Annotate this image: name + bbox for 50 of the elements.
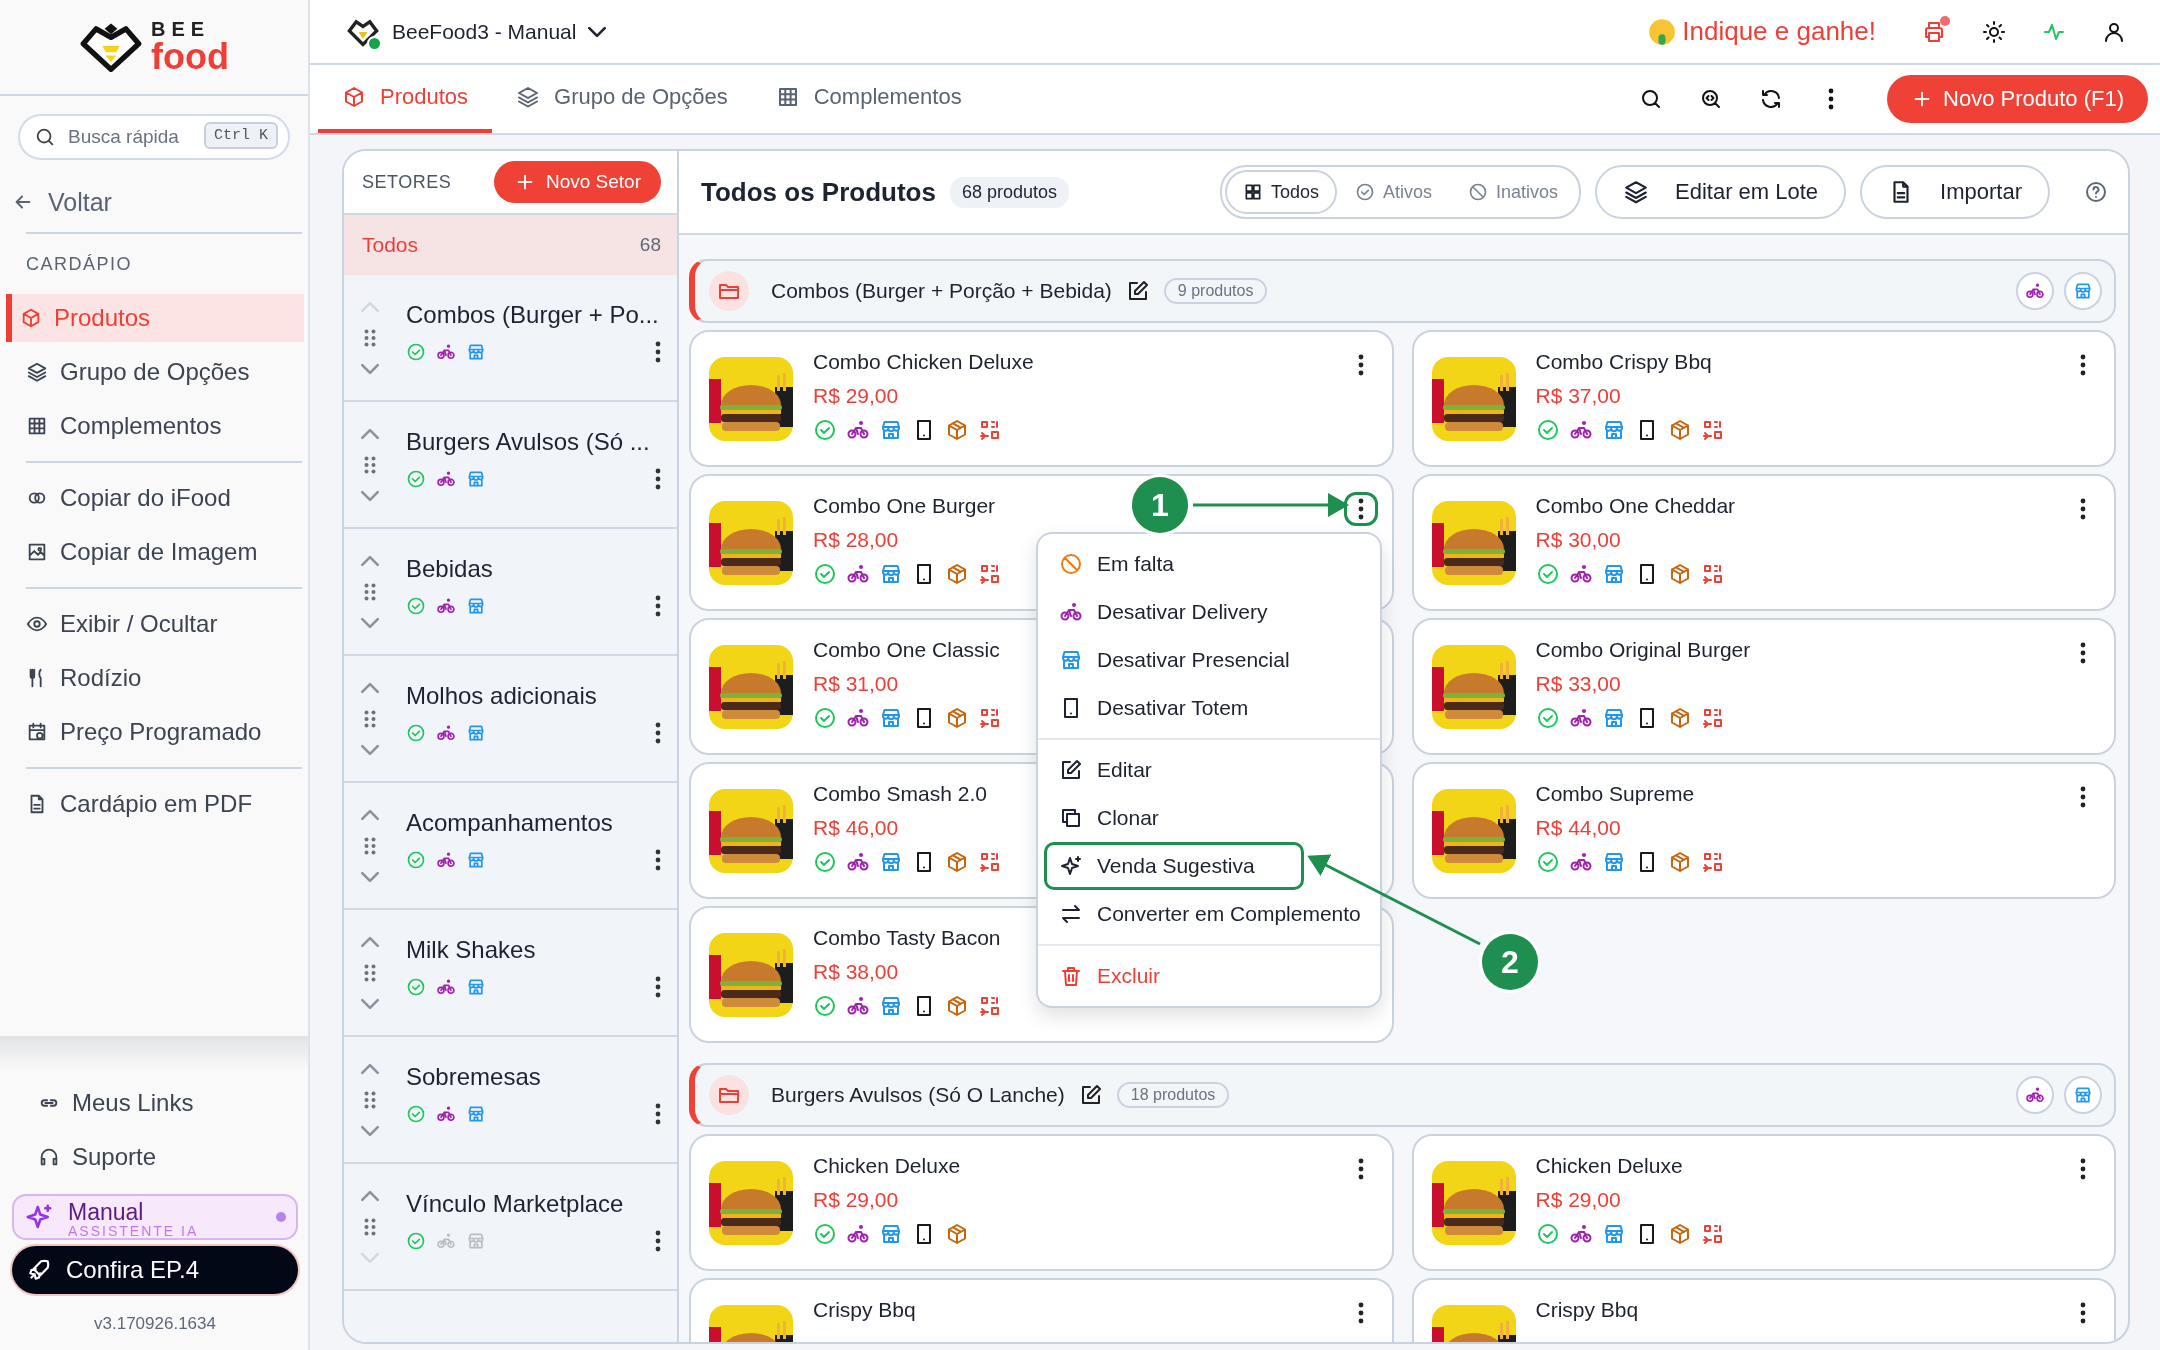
product-price: R$ 44,00 bbox=[1535, 816, 1621, 840]
product-name: Crispy Bbq bbox=[813, 1298, 916, 1322]
group-count: 9 produtos bbox=[1163, 278, 1268, 304]
product-name: Combo Smash 2.0 bbox=[813, 782, 987, 806]
product-price: R$ 37,00 bbox=[1535, 384, 1621, 408]
product-price: R$ 28,00 bbox=[813, 528, 899, 552]
assistant-subtitle: ASSISTENTE IA bbox=[68, 1223, 199, 1238]
logo-text: BEE bbox=[151, 19, 212, 39]
sector-name: Vínculo Marketplace bbox=[406, 1189, 625, 1218]
group-name: Combos (Burger + Porção + Bebida) bbox=[771, 279, 1112, 303]
panel-title: SETORES bbox=[362, 171, 452, 193]
sector-name: Acompanhamentos bbox=[406, 808, 614, 837]
shortcut-key: Ctrl K bbox=[204, 122, 278, 149]
product-name: Combo Tasty Bacon bbox=[813, 926, 1001, 950]
product-price: R$ 29,00 bbox=[813, 384, 899, 408]
sector-name: Burgers Avulsos (Só ... bbox=[406, 427, 651, 456]
product-price: R$ 29,00 bbox=[1535, 1188, 1621, 1212]
version-label: v3.170926.1634 bbox=[93, 1314, 217, 1334]
product-name: Chicken Deluxe bbox=[1535, 1154, 1683, 1178]
product-price: R$ 46,00 bbox=[813, 816, 899, 840]
product-name: Combo Crispy Bbq bbox=[1535, 350, 1712, 374]
sector-name: Sobremesas bbox=[406, 1062, 542, 1091]
product-name: Combo One Burger bbox=[813, 494, 996, 518]
logo-text: food bbox=[151, 39, 229, 75]
product-name: Combo Supreme bbox=[1535, 782, 1695, 806]
step-marker: 2 bbox=[1482, 934, 1538, 990]
product-price: R$ 33,00 bbox=[1535, 672, 1621, 696]
sector-name: Bebidas bbox=[406, 554, 494, 583]
step-marker: 1 bbox=[1132, 477, 1188, 533]
product-price: R$ 38,00 bbox=[813, 960, 899, 984]
sector-count: 68 bbox=[639, 234, 661, 256]
sector-name: Combos (Burger + Po... bbox=[406, 300, 660, 329]
product-name: Chicken Deluxe bbox=[813, 1154, 961, 1178]
product-name: Combo Original Burger bbox=[1535, 638, 1751, 662]
product-count: 68 produtos bbox=[949, 176, 1070, 208]
product-price: R$ 30,00 bbox=[1535, 528, 1621, 552]
product-name: Crispy Bbq bbox=[1535, 1298, 1639, 1322]
group-name: Burgers Avulsos (Só O Lanche) bbox=[771, 1083, 1065, 1107]
product-name: Combo Chicken Deluxe bbox=[813, 350, 1034, 374]
product-price: R$ 31,00 bbox=[813, 672, 899, 696]
sector-name: Milk Shakes bbox=[406, 935, 537, 964]
sector-name: Molhos adicionais bbox=[406, 681, 598, 710]
assistant-title: Manual bbox=[68, 1200, 144, 1224]
panel-title: Todos os Produtos bbox=[701, 176, 936, 208]
sector-name: Todos bbox=[362, 233, 419, 257]
section-heading: CARDÁPIO bbox=[26, 232, 302, 291]
product-name: Combo One Cheddar bbox=[1535, 494, 1736, 518]
group-count: 18 produtos bbox=[1116, 1082, 1230, 1108]
product-price: R$ 29,00 bbox=[813, 1188, 899, 1212]
product-name: Combo One Classic bbox=[813, 638, 1000, 662]
